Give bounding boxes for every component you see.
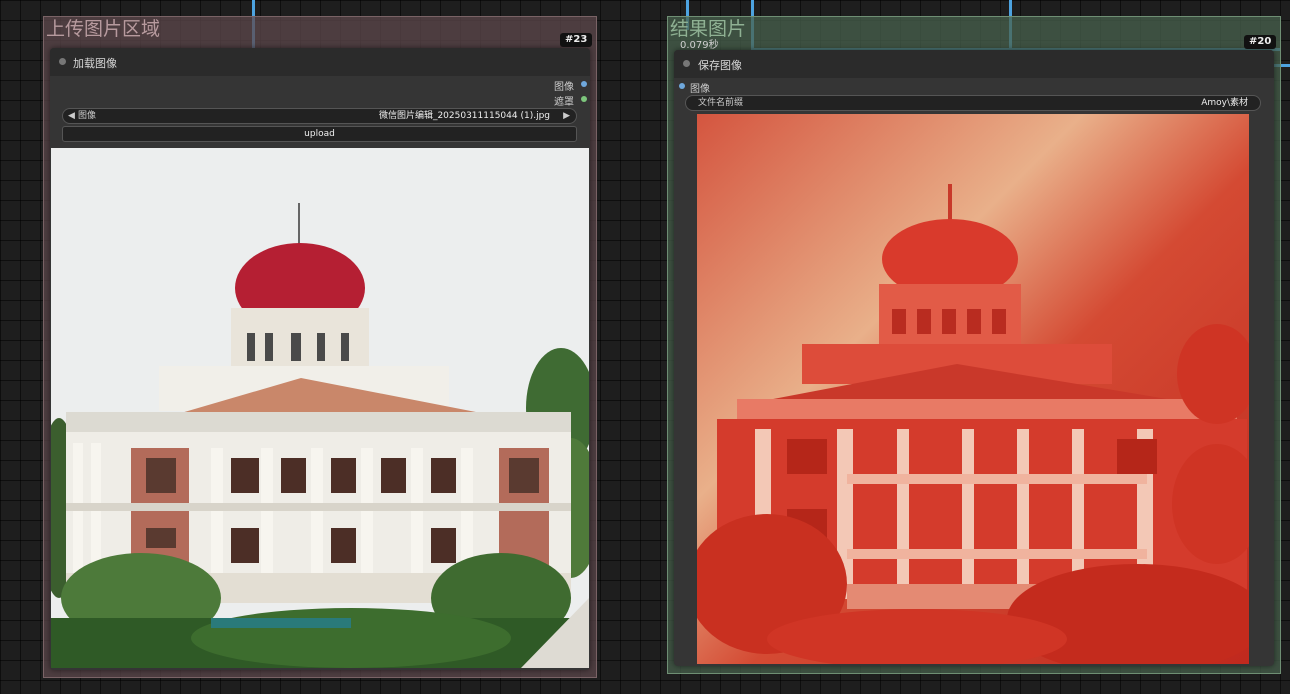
- result-image-preview: [697, 114, 1249, 664]
- load-image-node[interactable]: 加载图像 #23 图像 遮罩 ◀ 图像 微信图片编辑_2025031111504…: [50, 33, 593, 670]
- filename-prefix-widget[interactable]: 文件名前缀 Amoy\素材: [685, 95, 1261, 111]
- image-widget-label: 图像: [78, 111, 97, 121]
- node-id-badge: #23: [560, 33, 593, 47]
- upload-button[interactable]: upload: [62, 126, 577, 142]
- collapse-dot-icon[interactable]: [59, 58, 66, 65]
- uploaded-image-preview: [51, 148, 589, 668]
- group-title: 上传图片区域: [46, 18, 161, 40]
- output-image-label: 图像: [554, 82, 574, 93]
- image-select-widget[interactable]: ◀ 图像 微信图片编辑_20250311115044 (1).jpg ▶: [62, 108, 577, 124]
- node-header[interactable]: [674, 50, 1274, 78]
- image-widget-value: 微信图片编辑_20250311115044 (1).jpg: [378, 111, 550, 121]
- next-arrow-icon[interactable]: ▶: [563, 109, 570, 123]
- node-header[interactable]: [50, 48, 590, 76]
- collapse-dot-icon[interactable]: [683, 60, 690, 67]
- input-image-port[interactable]: [679, 83, 685, 89]
- node-title: 保存图像: [698, 59, 742, 72]
- execution-time: 0.079秒: [680, 40, 719, 51]
- prefix-value: Amoy\素材: [1201, 98, 1248, 108]
- input-image-label: 图像: [690, 84, 710, 95]
- node-title: 加载图像: [73, 57, 117, 70]
- prev-arrow-icon[interactable]: ◀: [68, 109, 75, 123]
- prefix-label: 文件名前缀: [698, 98, 744, 108]
- save-image-node[interactable]: 0.079秒 保存图像 #20 图像 文件名前缀 Amoy\素材: [674, 35, 1277, 666]
- output-image-port[interactable]: [581, 81, 587, 87]
- output-mask-port[interactable]: [581, 96, 587, 102]
- output-mask-label: 遮罩: [554, 97, 574, 108]
- node-id-badge: #20: [1244, 35, 1277, 49]
